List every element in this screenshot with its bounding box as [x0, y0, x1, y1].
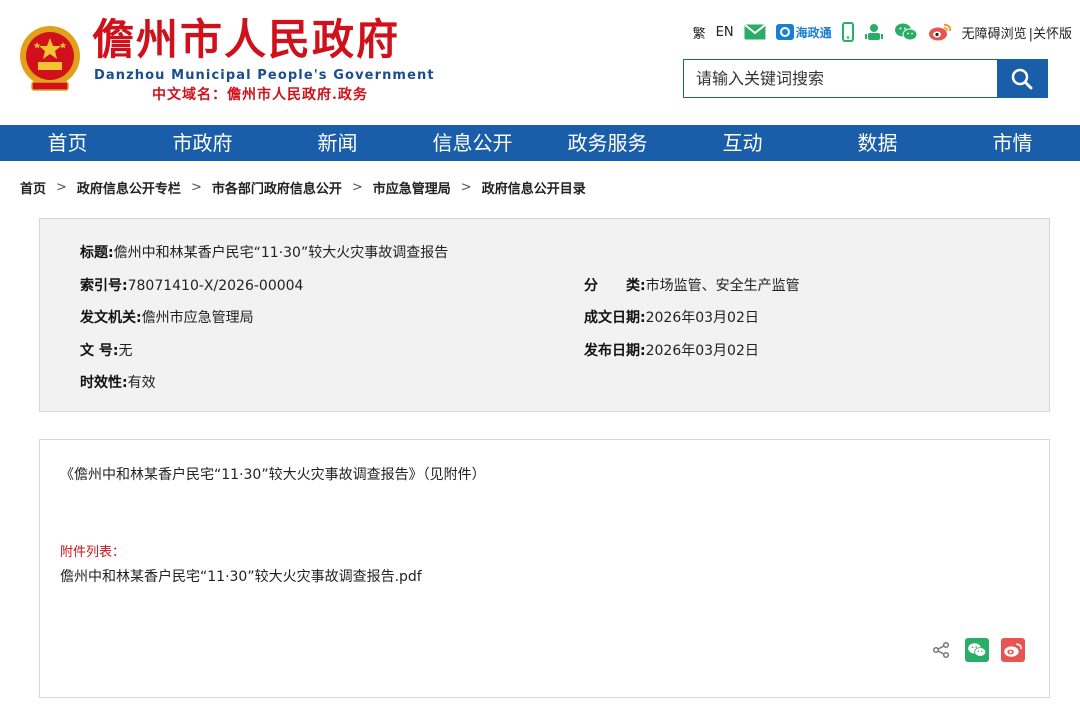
haizhengtong-icon — [775, 24, 794, 40]
english-link[interactable]: EN — [716, 25, 734, 40]
document-meta: 标题:儋州中和林某香户民宅“11·30”较大火灾事故调查报告 索引号:78071… — [39, 218, 1050, 412]
accessible-browse-link[interactable]: 无障碍浏览 — [962, 23, 1027, 42]
haizhengtong-link[interactable]: 海政通 — [775, 24, 832, 41]
traditional-chinese-link[interactable]: 繁 — [693, 23, 706, 42]
nav-item-interaction[interactable]: 互动 — [675, 125, 810, 161]
meta-index-label: 索引号: — [80, 278, 128, 294]
meta-title-value: 儋州中和林某香户民宅“11·30”较大火灾事故调查报告 — [113, 245, 449, 261]
breadcrumb-separator: > — [460, 179, 472, 195]
meta-validity-label: 时效性: — [80, 375, 128, 391]
meta-category-value: 市场监管、安全生产监管 — [645, 278, 800, 294]
meta-index-value: 78071410-X/2026-00004 — [127, 278, 304, 294]
meta-doc-number: 文 号:无 — [80, 340, 132, 360]
meta-created-value: 2026年03月02日 — [645, 310, 759, 326]
breadcrumb-item[interactable]: 首页 — [20, 178, 46, 197]
breadcrumb-separator: > — [56, 179, 67, 195]
meta-validity-value: 有效 — [127, 375, 156, 391]
meta-published-date: 发布日期:2026年03月02日 — [584, 340, 759, 360]
meta-published-label: 发布日期: — [584, 343, 646, 359]
meta-title: 标题:儋州中和林某香户民宅“11·30”较大火灾事故调查报告 — [80, 242, 448, 262]
meta-created-label: 成文日期: — [584, 310, 646, 326]
meta-created-date: 成文日期:2026年03月02日 — [584, 307, 759, 327]
breadcrumb-item[interactable]: 市各部门政府信息公开 — [212, 178, 342, 197]
share-icon[interactable] — [929, 638, 953, 662]
wechat-icon[interactable] — [894, 22, 918, 42]
weibo-icon[interactable] — [928, 22, 952, 42]
nav-item-city-info[interactable]: 市情 — [945, 125, 1080, 161]
search-icon — [1011, 68, 1033, 89]
meta-published-value: 2026年03月02日 — [645, 343, 759, 359]
meta-validity: 时效性:有效 — [80, 372, 156, 392]
care-mode-link[interactable]: |关怀版 — [1029, 23, 1072, 42]
document-content: 《儋州中和林某香户民宅“11·30”较大火灾事故调查报告》（见附件） 附件列表：… — [39, 439, 1050, 698]
meta-category-label: 分 类: — [584, 278, 646, 294]
app-robot-icon[interactable] — [864, 22, 884, 42]
content-body: 《儋州中和林某香户民宅“11·30”较大火灾事故调查报告》（见附件） — [60, 467, 486, 483]
breadcrumb-item[interactable]: 政府信息公开专栏 — [77, 178, 181, 197]
header-toolbar: 繁 EN 海政通 无障碍浏览 |关怀版 — [693, 20, 1072, 44]
site-title-en: Danzhou Municipal People's Government — [94, 68, 435, 83]
haizhengtong-label: 海政通 — [795, 25, 832, 40]
national-emblem-icon — [20, 26, 80, 91]
search-input[interactable] — [684, 60, 997, 97]
share-weibo-button[interactable] — [1001, 638, 1025, 662]
search-button[interactable] — [997, 60, 1047, 97]
meta-docno-label: 文 号: — [80, 343, 119, 359]
mobile-icon[interactable] — [841, 22, 854, 42]
mail-icon[interactable] — [743, 24, 766, 40]
main-nav: 首页 市政府 新闻 信息公开 政务服务 互动 数据 市情 — [0, 125, 1080, 161]
weibo-icon — [1004, 643, 1022, 657]
meta-docno-value: 无 — [118, 343, 133, 359]
meta-index: 索引号:78071410-X/2026-00004 — [80, 275, 303, 295]
nav-item-home[interactable]: 首页 — [0, 125, 135, 161]
search-box — [683, 59, 1048, 98]
nav-item-government[interactable]: 市政府 — [135, 125, 270, 161]
breadcrumb-item[interactable]: 政府信息公开目录 — [482, 178, 586, 197]
nav-item-services[interactable]: 政务服务 — [540, 125, 675, 161]
site-header: 儋州市人民政府 Danzhou Municipal People's Gover… — [0, 0, 1080, 124]
breadcrumb-separator: > — [351, 179, 363, 195]
site-title[interactable]: 儋州市人民政府 — [92, 12, 400, 68]
breadcrumb-item[interactable]: 市应急管理局 — [373, 178, 451, 197]
meta-title-label: 标题: — [80, 245, 114, 261]
wechat-icon — [968, 643, 987, 657]
attachment-link[interactable]: 儋州中和林某香户民宅“11·30”较大火灾事故调查报告.pdf — [60, 566, 422, 586]
meta-issuer: 发文机关:儋州市应急管理局 — [80, 307, 254, 327]
nav-item-data[interactable]: 数据 — [810, 125, 945, 161]
breadcrumb: 首页 > 政府信息公开专栏 > 市各部门政府信息公开 > 市应急管理局 > 政府… — [20, 176, 586, 198]
share-bar — [929, 638, 1025, 662]
breadcrumb-separator: > — [190, 179, 202, 195]
meta-category: 分 类:市场监管、安全生产监管 — [584, 275, 800, 295]
share-wechat-button[interactable] — [965, 638, 989, 662]
meta-issuer-value: 儋州市应急管理局 — [141, 310, 254, 326]
attachments-title: 附件列表： — [60, 545, 126, 560]
nav-item-disclosure[interactable]: 信息公开 — [405, 125, 540, 161]
nav-item-news[interactable]: 新闻 — [270, 125, 405, 161]
site-domain: 中文域名：儋州市人民政府.政务 — [152, 87, 368, 103]
meta-issuer-label: 发文机关: — [80, 310, 142, 326]
